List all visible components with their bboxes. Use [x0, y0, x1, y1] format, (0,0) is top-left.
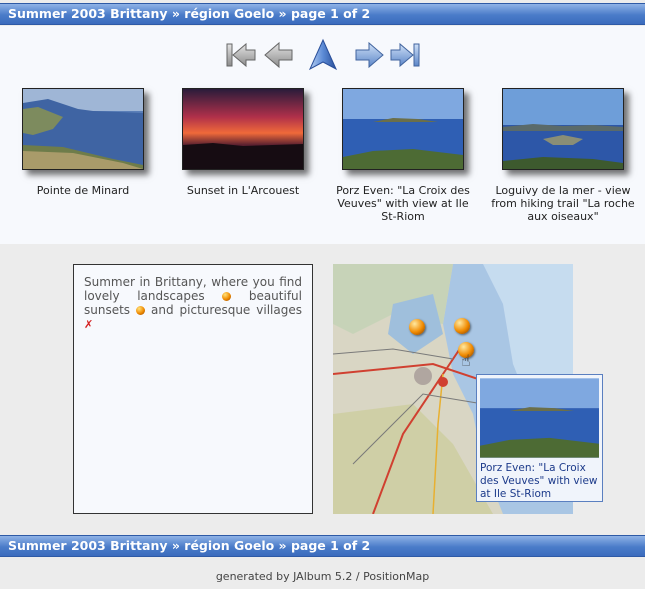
thumbnail-caption: Loguivy de la mer - view from hiking tra…: [491, 184, 635, 223]
jalbum-link[interactable]: JAlbum 5.2: [293, 570, 352, 583]
cross-marker-icon[interactable]: ✗: [84, 318, 93, 331]
header-bar: Summer 2003 Brittany » région Goelo » pa…: [0, 3, 645, 25]
thumbnail-item: Sunset in L'Arcouest: [168, 88, 318, 197]
thumbnail-caption: Porz Even: "La Croix des Veuves" with vi…: [336, 184, 470, 223]
navigation-bar: [0, 38, 645, 72]
map-pin-icon[interactable]: [409, 319, 425, 335]
map-pin-icon[interactable]: [136, 306, 146, 315]
up-button[interactable]: [306, 38, 340, 72]
thumbnail-caption: Pointe de Minard: [36, 184, 130, 197]
photo-island-icon: [343, 89, 463, 169]
map-tooltip: Porz Even: "La Croix des Veuves" with vi…: [476, 374, 603, 502]
thumbnail-image[interactable]: [22, 88, 144, 170]
description-box: Summer in Brittany, where you find lovel…: [73, 264, 313, 514]
thumbnail-image[interactable]: [342, 88, 464, 170]
map-pin-icon[interactable]: [454, 318, 470, 334]
page-title-footer: Summer 2003 Brittany » région Goelo » pa…: [8, 538, 371, 553]
hand-cursor-icon: ☝: [461, 351, 471, 370]
first-page-icon: [226, 42, 256, 68]
tooltip-caption: Porz Even: "La Croix des Veuves" with vi…: [480, 462, 598, 500]
photo-harbor-icon: [503, 89, 623, 169]
thumbnail-caption: Sunset in L'Arcouest: [186, 184, 300, 197]
first-page-button[interactable]: [224, 38, 258, 72]
last-page-icon: [390, 42, 420, 68]
thumbnail-image[interactable]: [502, 88, 624, 170]
footer-bar: Summer 2003 Brittany » région Goelo » pa…: [0, 535, 645, 557]
gallery-panel: Pointe de Minard Sunset in L'Arcouest Po…: [0, 26, 645, 244]
generator-credit: generated by JAlbum 5.2 / PositionMap: [215, 570, 430, 583]
tooltip-photo-icon: [480, 378, 599, 458]
description-text: Summer in Brittany, where you find lovel…: [84, 275, 302, 331]
thumbnail-item: Loguivy de la mer - view from hiking tra…: [488, 88, 638, 223]
photo-coast-icon: [23, 89, 143, 169]
map-pin-icon[interactable]: [222, 292, 232, 301]
next-page-button[interactable]: [352, 38, 386, 72]
up-icon: [308, 38, 338, 71]
page-title: Summer 2003 Brittany » région Goelo » pa…: [8, 6, 371, 21]
thumbnail-image[interactable]: [182, 88, 304, 170]
thumbnail-item: Pointe de Minard: [8, 88, 158, 197]
previous-page-icon: [264, 41, 293, 69]
photo-sunset-icon: [183, 89, 303, 169]
thumbnail-item: Porz Even: "La Croix des Veuves" with vi…: [328, 88, 478, 223]
previous-page-button[interactable]: [262, 38, 296, 72]
positionmap-link[interactable]: PositionMap: [363, 570, 429, 583]
last-page-button[interactable]: [388, 38, 422, 72]
next-page-icon: [355, 41, 384, 69]
